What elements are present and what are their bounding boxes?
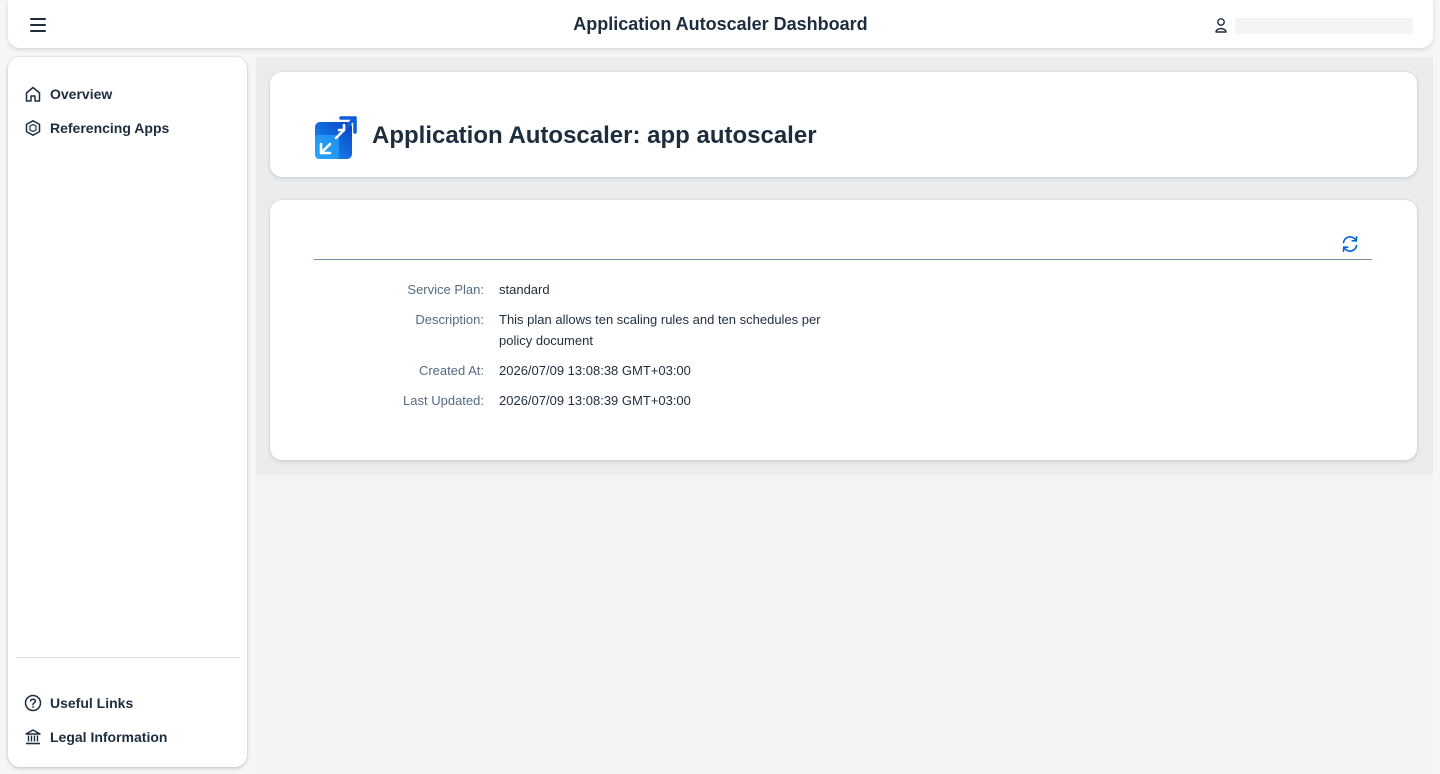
autoscaler-logo-icon	[315, 116, 357, 159]
side-navigation: Overview Referencing Apps Useful Links L…	[8, 57, 247, 767]
nav-item-label: Overview	[50, 86, 113, 102]
detail-value: standard	[499, 282, 550, 297]
detail-label: Service Plan:	[407, 282, 484, 297]
main-content: Application Autoscaler: app autoscaler S…	[256, 57, 1433, 774]
nav-divider	[16, 657, 239, 658]
detail-label: Last Updated:	[403, 393, 484, 408]
object-header: Application Autoscaler: app autoscaler	[270, 72, 1417, 177]
nav-item-overview[interactable]: Overview	[24, 82, 112, 106]
page-title: Application Autoscaler: app autoscaler	[372, 122, 817, 149]
refresh-icon[interactable]	[1340, 234, 1360, 254]
nav-item-label: Legal Information	[50, 729, 168, 745]
building-icon	[25, 729, 41, 745]
home-icon	[25, 86, 41, 102]
shell-bar: Application Autoscaler Dashboard	[8, 0, 1433, 48]
user-name[interactable]	[1235, 18, 1413, 34]
detail-label: Created At:	[418, 363, 484, 378]
detail-value: 2026/07/09 13:08:38 GMT+03:00	[499, 363, 691, 378]
hexagon-icon	[25, 120, 41, 136]
nav-item-label: Referencing Apps	[50, 120, 170, 136]
nav-item-referencing-apps[interactable]: Referencing Apps	[24, 116, 169, 140]
nav-item-useful-links[interactable]: Useful Links	[24, 691, 133, 715]
nav-item-label: Useful Links	[50, 695, 134, 711]
content-section: Application Autoscaler: app autoscaler S…	[256, 57, 1433, 475]
detail-label: Description:	[415, 312, 484, 327]
user-icon[interactable]	[1213, 17, 1229, 33]
question-circle-icon	[24, 694, 42, 712]
detail-value: This plan allows ten scaling rules and t…	[499, 312, 821, 348]
nav-item-legal-information[interactable]: Legal Information	[24, 725, 167, 749]
details-toolbar	[314, 226, 1372, 260]
details-panel: Service Plan: standard Description: This…	[270, 200, 1417, 460]
detail-value: 2026/07/09 13:08:39 GMT+03:00	[499, 393, 691, 408]
